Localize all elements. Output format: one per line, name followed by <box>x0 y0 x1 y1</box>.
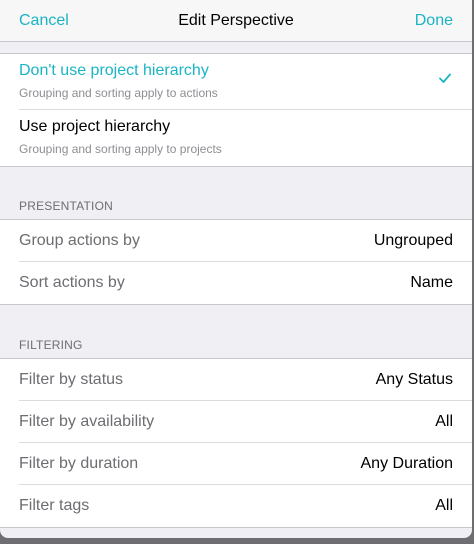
option-dont-use-project-hierarchy[interactable]: Don't use project hierarchy Grouping and… <box>0 54 472 110</box>
row-label: Filter by availability <box>19 413 155 430</box>
row-value: Name <box>410 274 453 291</box>
option-subtitle: Grouping and sorting apply to actions <box>19 86 218 100</box>
presentation-group: Group actions by Ungrouped Sort actions … <box>0 219 472 305</box>
filter-by-status-row[interactable]: Filter by status Any Status <box>0 359 472 401</box>
sort-actions-by-row[interactable]: Sort actions by Name <box>0 262 472 304</box>
hierarchy-group: Don't use project hierarchy Grouping and… <box>0 53 472 167</box>
row-label: Sort actions by <box>19 274 125 291</box>
option-title: Use project hierarchy <box>19 118 171 135</box>
row-value: Any Status <box>375 371 453 388</box>
option-use-project-hierarchy[interactable]: Use project hierarchy Grouping and sorti… <box>0 110 472 166</box>
group-actions-by-row[interactable]: Group actions by Ungrouped <box>0 220 472 262</box>
row-value: Any Duration <box>360 455 454 472</box>
filtering-section-header: FILTERING <box>19 338 83 352</box>
row-value: All <box>435 497 453 514</box>
filtering-group: Filter by status Any Status Filter by av… <box>0 358 472 528</box>
navigation-bar: Cancel Edit Perspective Done <box>0 0 472 42</box>
filter-by-availability-row[interactable]: Filter by availability All <box>0 401 472 443</box>
filter-by-duration-row[interactable]: Filter by duration Any Duration <box>0 443 472 485</box>
done-button[interactable]: Done <box>415 12 453 30</box>
row-value: Ungrouped <box>373 232 453 249</box>
edit-perspective-sheet: Cancel Edit Perspective Done Don't use p… <box>0 0 472 538</box>
row-value: All <box>435 413 453 430</box>
page-title: Edit Perspective <box>178 12 294 29</box>
row-label: Filter by duration <box>19 455 139 472</box>
presentation-section-header: PRESENTATION <box>19 199 113 213</box>
checkmark-icon <box>439 73 451 83</box>
row-label: Filter by status <box>19 371 124 388</box>
row-label: Filter tags <box>19 497 90 514</box>
row-label: Group actions by <box>19 232 140 249</box>
option-subtitle: Grouping and sorting apply to projects <box>19 142 222 156</box>
filter-tags-row[interactable]: Filter tags All <box>0 485 472 527</box>
option-title: Don't use project hierarchy <box>19 62 209 79</box>
